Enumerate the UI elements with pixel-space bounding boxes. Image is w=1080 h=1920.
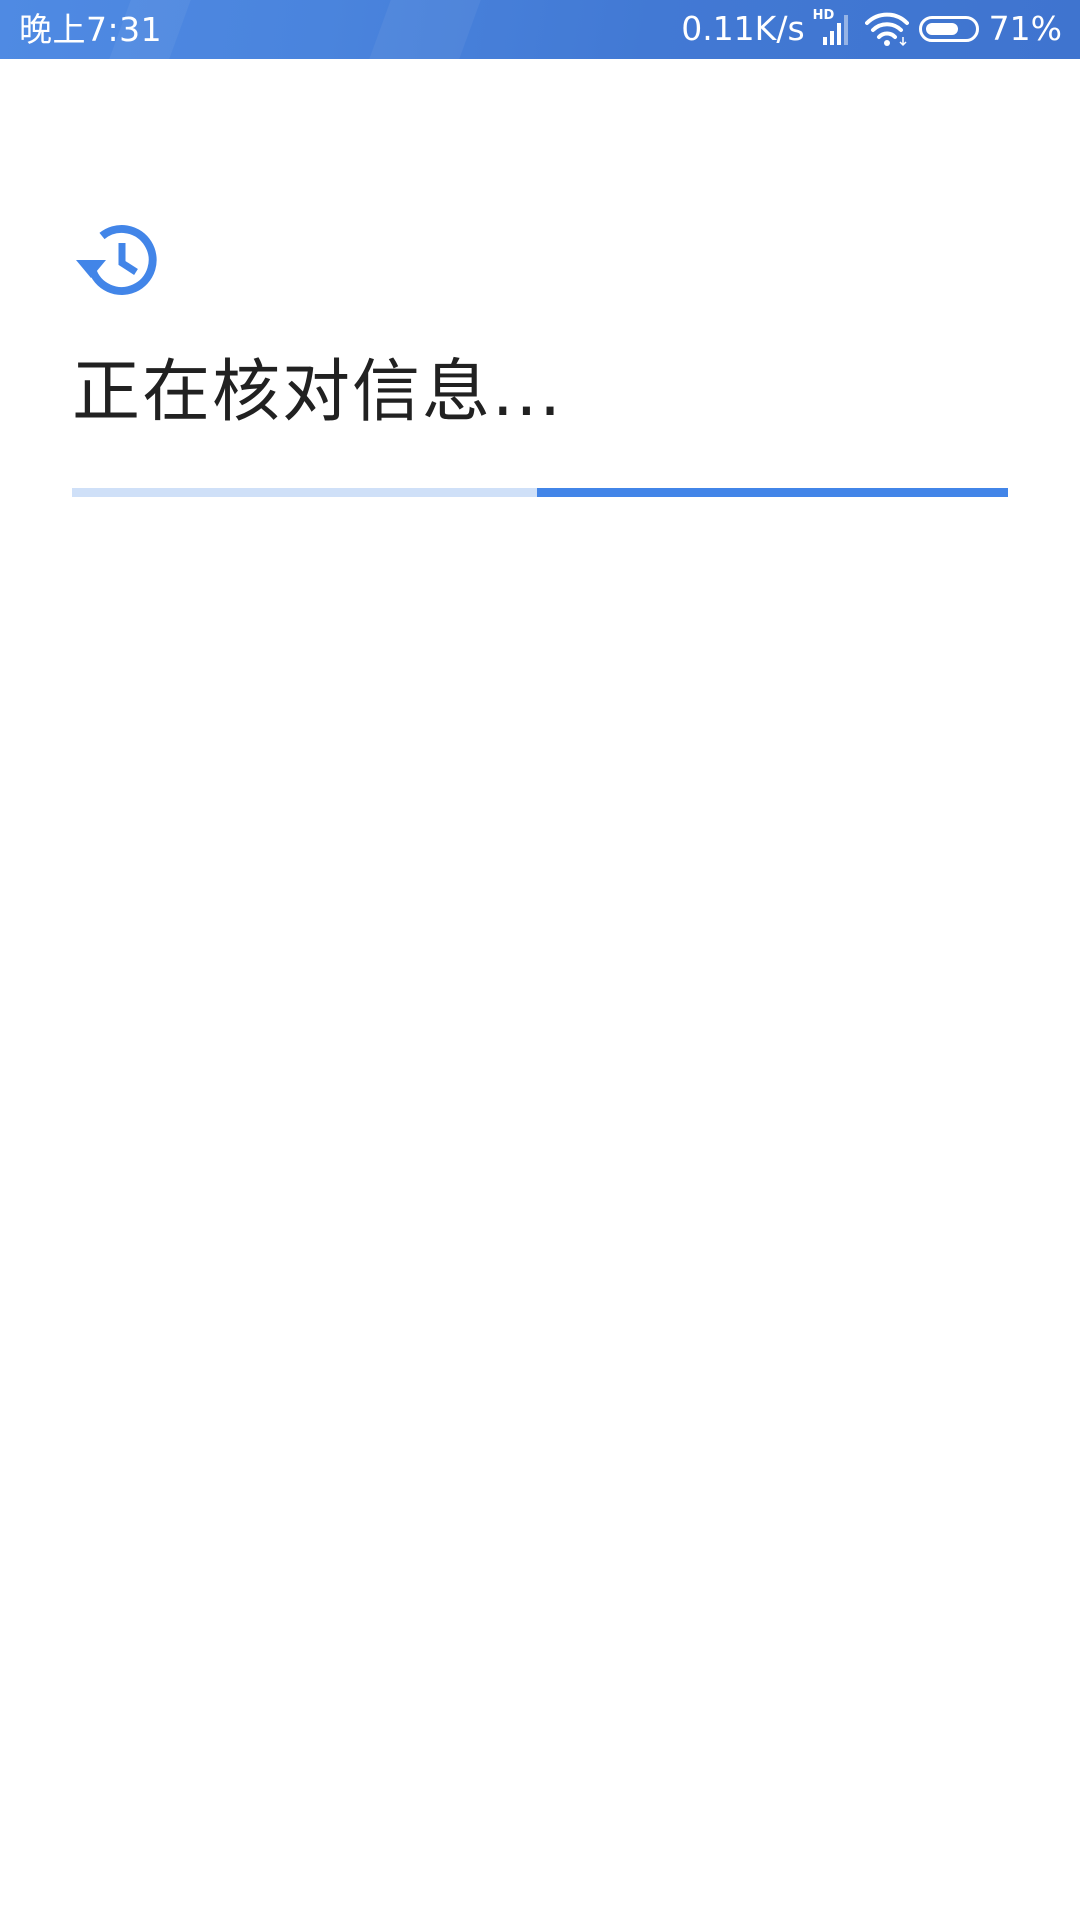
battery-fill [925,23,959,35]
wifi-icon [864,12,909,47]
progress-bar [72,488,1008,497]
signal-icon: HD [812,8,855,49]
battery-icon [918,16,979,42]
history-icon [76,225,157,295]
status-time: 晚上7:31 [19,10,163,49]
status-bar-decoration [369,0,481,59]
signal-hd-badge: HD [812,8,835,23]
network-speed: 0.11K/s [681,9,805,48]
status-indicators: 0.11K/s HD 71% [681,9,1062,49]
progress-indicator [537,488,1008,497]
battery-percent: 71% [988,9,1062,48]
status-bar: 晚上7:31 0.11K/s HD 71% [0,0,1080,59]
page-title: 正在核对信息... [72,353,563,432]
